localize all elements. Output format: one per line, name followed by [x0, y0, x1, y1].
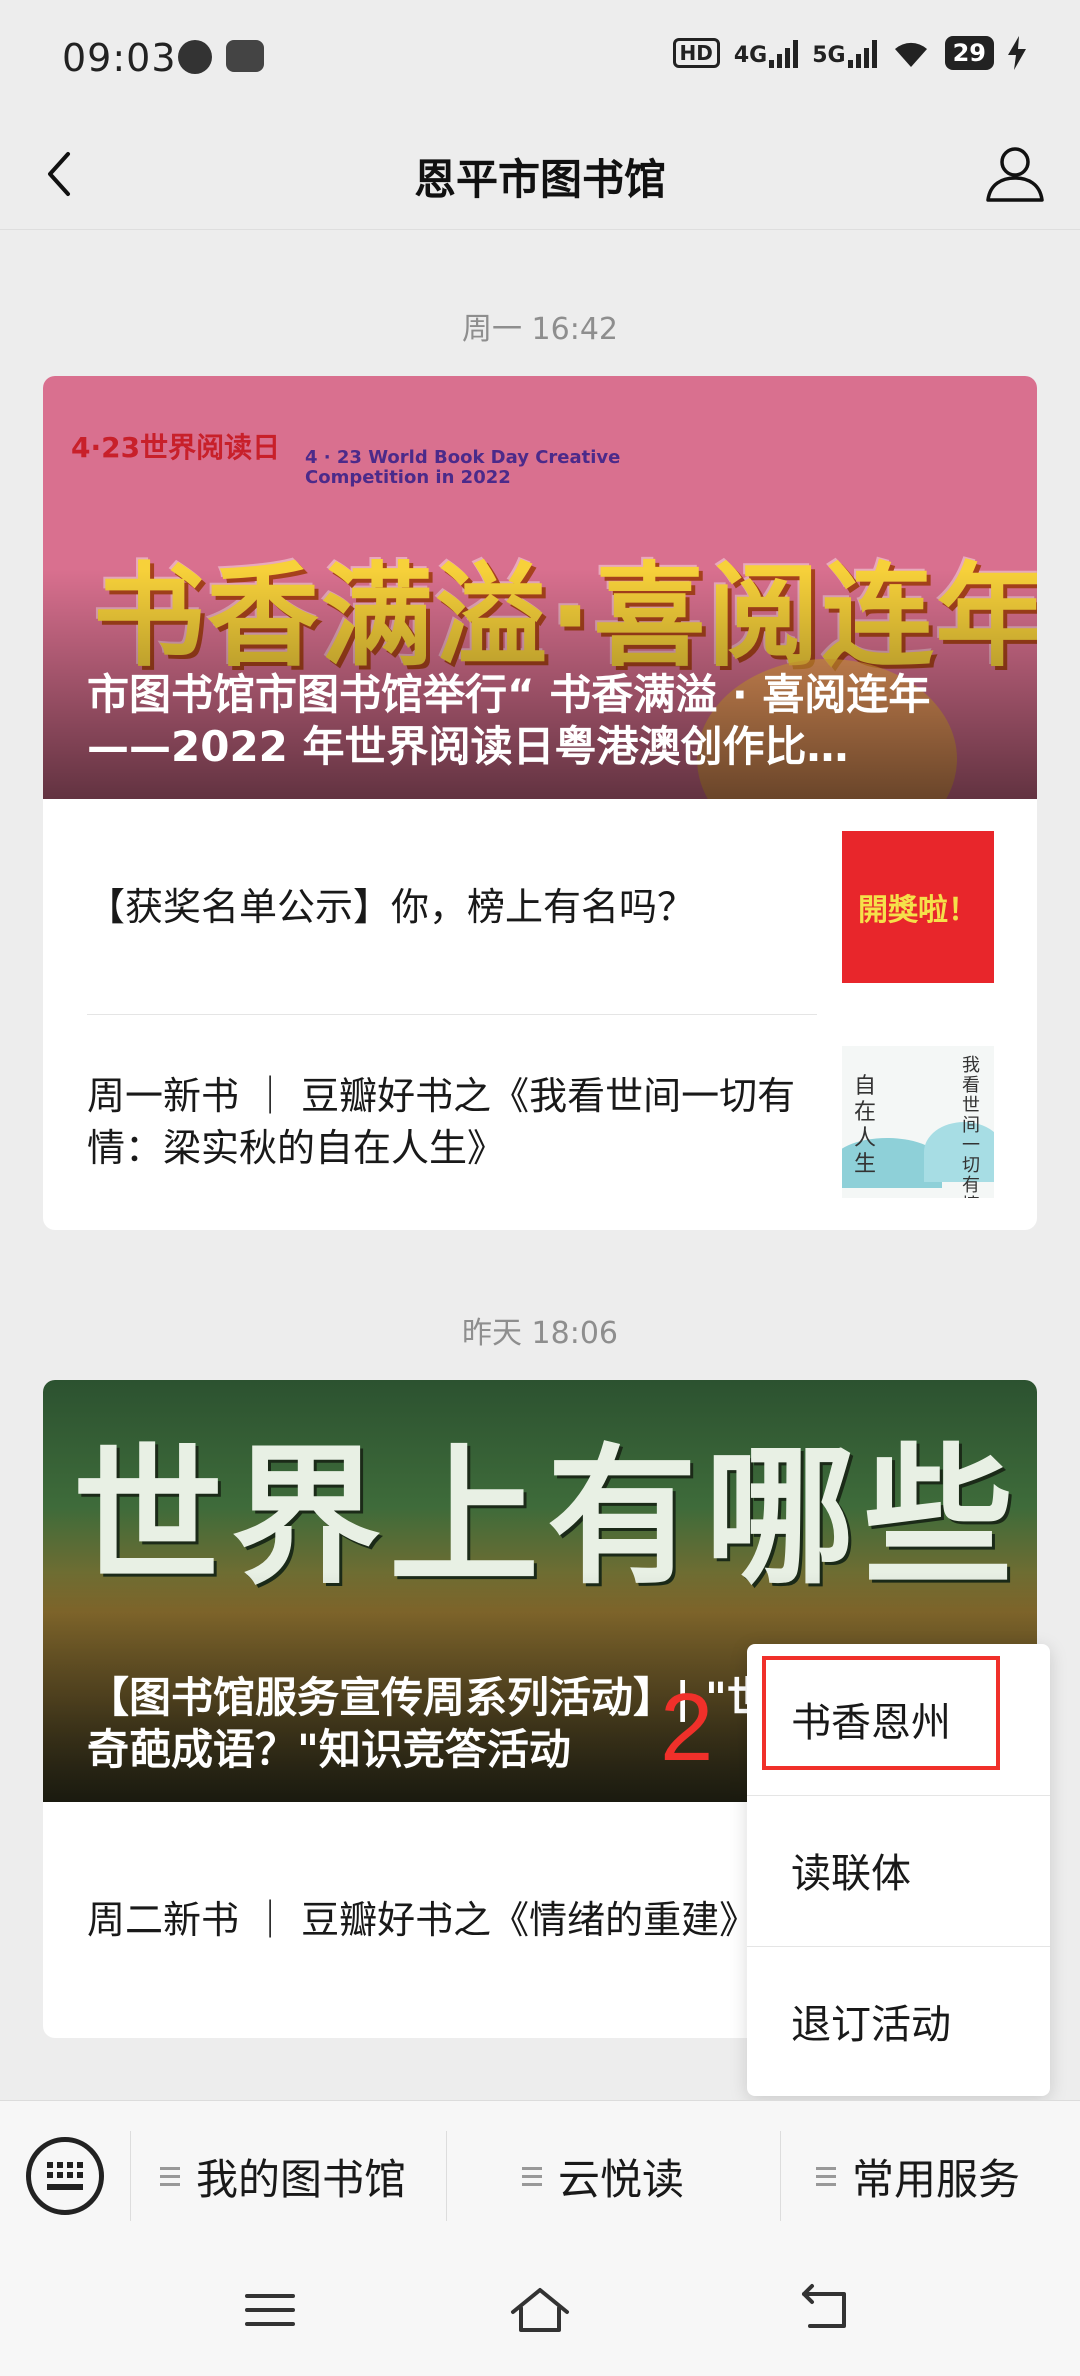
- article-thumbnail: 開獎啦！: [842, 830, 994, 983]
- article-card: 4·23世界阅读日 4 · 23 World Book Day Creative…: [43, 376, 1037, 1230]
- annotation-label-2: 2: [660, 1674, 714, 1781]
- official-account-menu-bar: 我的图书馆 云悦读 常用服务: [0, 2100, 1080, 2250]
- divider: [780, 2131, 781, 2221]
- app-notification-icon: [226, 40, 264, 72]
- message-timestamp: 昨天 18:06: [462, 1316, 618, 1351]
- signal-4g-icon: 4G: [734, 38, 799, 68]
- article-title: 周一新书 ｜ 豆瓣好书之《我看世间一切有情：梁实秋的自在人生》: [87, 1073, 796, 1170]
- annotation-box-2: [762, 1656, 1000, 1770]
- hd-voice-icon: HD: [672, 38, 720, 68]
- menu-tab-my-library[interactable]: 我的图书馆: [160, 2101, 406, 2251]
- article-hero[interactable]: 4·23世界阅读日 4 · 23 World Book Day Creative…: [43, 376, 1037, 799]
- menu-tab-label: 我的图书馆: [196, 2154, 407, 2204]
- menu-tab-cloud-reading[interactable]: 云悦读: [522, 2101, 684, 2251]
- wifi-icon: [894, 42, 927, 67]
- nav-bar: 恩平市图书馆: [0, 120, 1080, 230]
- divider: [446, 2131, 447, 2221]
- divider: [87, 1014, 817, 1015]
- keyboard-icon[interactable]: [26, 2137, 104, 2215]
- status-indicators: HD 4G 5G 29: [672, 36, 1026, 70]
- status-time: 09:03: [62, 36, 177, 80]
- article-title: 【获奖名单公示】你，榜上有名吗？: [87, 884, 696, 929]
- system-navigation-bar: [0, 2250, 1080, 2376]
- page-title: 恩平市图书馆: [413, 155, 666, 204]
- thumbnail-hill: [924, 1121, 994, 1182]
- article-list-item[interactable]: 周一新书 ｜ 豆瓣好书之《我看世间一切有情：梁实秋的自在人生》 自在人生 我看世…: [43, 1014, 1037, 1229]
- status-bar: 09:03 HD 4G 5G 29: [0, 0, 1080, 120]
- battery-level: 29: [944, 36, 994, 70]
- menu-lines-icon: [522, 2166, 542, 2186]
- thumbnail-text: 開獎啦！: [858, 892, 978, 928]
- menu-tab-label: 常用服务: [852, 2154, 1021, 2204]
- world-book-day-logo: 4·23世界阅读日: [71, 431, 281, 464]
- back-icon[interactable]: [790, 2280, 860, 2340]
- signal-5g-icon: 5G: [812, 38, 877, 68]
- profile-icon[interactable]: [980, 138, 1050, 208]
- thumbnail-text: 我看世间一切有情: [962, 1054, 980, 1198]
- menu-tab-common-services[interactable]: 常用服务: [816, 2101, 1020, 2251]
- popup-item-dulianti[interactable]: 读联体: [747, 1795, 1050, 1945]
- divider: [130, 2131, 131, 2221]
- menu-icon[interactable]: [235, 2280, 305, 2340]
- article-hero-title: 市图书馆市图书馆举行“ 书香满溢 · 喜阅连年——2022 年世界阅读日粤港澳创…: [87, 670, 931, 771]
- article-list-item[interactable]: 【获奖名单公示】你，榜上有名吗？ 開獎啦！: [43, 799, 1037, 1014]
- world-book-day-caption: 4 · 23 World Book Day Creative Competiti…: [305, 447, 621, 488]
- globe-icon: [178, 40, 212, 74]
- popup-item-unsubscribe[interactable]: 退订活动: [747, 1946, 1050, 2096]
- status-notification-icons: [178, 40, 264, 74]
- message-timestamp: 周一 16:42: [462, 312, 618, 347]
- menu-tab-label: 云悦读: [558, 2154, 685, 2204]
- article-thumbnail: 自在人生 我看世间一切有情: [842, 1045, 994, 1198]
- charging-icon: [1008, 36, 1026, 70]
- menu-lines-icon: [160, 2166, 180, 2186]
- home-icon[interactable]: [505, 2280, 575, 2340]
- thumbnail-text: 自在人生: [854, 1073, 877, 1177]
- menu-lines-icon: [816, 2166, 836, 2186]
